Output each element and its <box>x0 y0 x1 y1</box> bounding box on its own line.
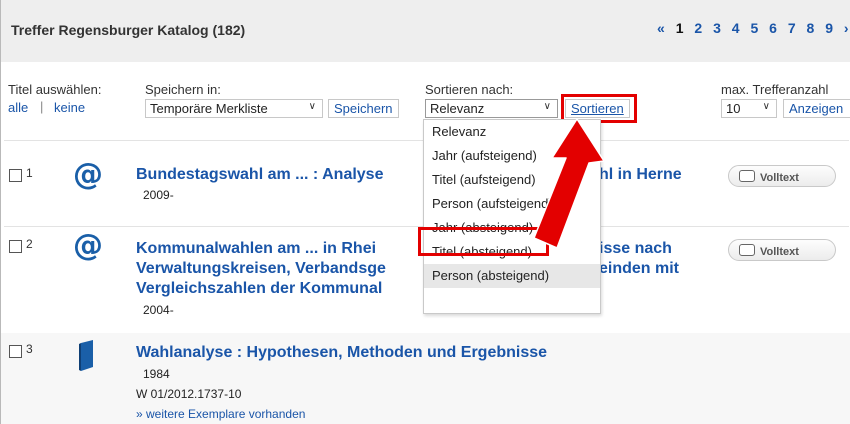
pager-first-link[interactable]: « <box>657 20 665 36</box>
save-button[interactable]: Speichern <box>328 99 399 118</box>
results-title: Treffer Regensburger Katalog (182) <box>11 22 246 38</box>
max-results-value: 10 <box>726 101 741 116</box>
result-title-link[interactable]: Bundestagswahl am ... : Analyse <box>136 165 383 185</box>
fulltext-label: Volltext <box>760 246 799 258</box>
pager-page-link[interactable]: 7 <box>788 20 796 36</box>
sort-option[interactable]: Titel (aufsteigend) <box>424 168 600 192</box>
show-button[interactable]: Anzeigen <box>783 99 850 118</box>
sort-select-value: Relevanz <box>430 101 485 116</box>
fulltext-label: Volltext <box>760 172 799 184</box>
result-year: 2004- <box>143 303 174 317</box>
pager-page-link[interactable]: 6 <box>769 20 777 36</box>
pager-current-page: 1 <box>675 20 684 36</box>
save-target-select[interactable]: Temporäre Merkliste ∨ <box>145 99 323 118</box>
pager-page-link[interactable]: 2 <box>694 20 702 36</box>
book-icon <box>78 340 96 371</box>
result-checkbox[interactable] <box>9 169 22 182</box>
more-copies-link[interactable]: » weitere Exemplare vorhanden <box>136 407 305 421</box>
online-resource-icon: @ <box>73 228 103 263</box>
pager-page-link[interactable]: 3 <box>713 20 721 36</box>
result-year: 2009- <box>143 188 174 202</box>
result-title-link-continued[interactable]: hl in Herne <box>599 165 682 185</box>
online-resource-icon: @ <box>73 157 103 192</box>
sort-by-label: Sortieren nach: <box>425 82 514 97</box>
max-results-label: max. Trefferanzahl <box>721 82 829 97</box>
pager-next-link[interactable]: › <box>844 20 849 36</box>
result-title-link[interactable]: Vergleichszahlen der Kommunal <box>136 279 382 299</box>
pagination: « 1 2 3 4 5 6 7 8 9 › <box>657 20 850 36</box>
result-title-link[interactable]: Verwaltungskreisen, Verbandsge <box>136 259 386 279</box>
select-all-link[interactable]: alle <box>8 100 28 115</box>
chevron-down-icon: ∨ <box>762 101 770 112</box>
book-icon <box>739 244 755 256</box>
link-divider: | <box>40 99 44 114</box>
sort-option[interactable]: Jahr (aufsteigend) <box>424 144 600 168</box>
pager-page-link[interactable]: 9 <box>825 20 833 36</box>
select-titles-label: Titel auswählen: <box>8 82 102 97</box>
sort-option-hovered[interactable]: Person (absteigend) <box>424 264 600 288</box>
result-signature: W 01/2012.1737-10 <box>136 387 242 401</box>
chevron-down-icon: ∨ <box>543 101 551 112</box>
result-title-link[interactable]: Kommunalwahlen am ... in Rhei <box>136 239 376 259</box>
fulltext-button[interactable]: Volltext <box>728 165 836 187</box>
result-number: 2 <box>26 237 33 251</box>
chevron-down-icon: ∨ <box>308 101 316 112</box>
option-highlight <box>418 227 549 256</box>
pager-page-link[interactable]: 8 <box>807 20 815 36</box>
result-number: 1 <box>26 166 33 180</box>
sort-dropdown-menu: Relevanz Jahr (aufsteigend) Titel (aufst… <box>423 119 601 314</box>
save-target-value: Temporäre Merkliste <box>150 101 268 116</box>
select-none-link[interactable]: keine <box>54 100 85 115</box>
book-icon <box>739 170 755 182</box>
result-year: 1984 <box>143 367 170 381</box>
result-title-link-continued[interactable]: einden mit <box>599 259 679 279</box>
sort-option[interactable]: Person (aufsteigend) <box>424 192 600 216</box>
result-number: 3 <box>26 342 33 356</box>
result-title-link-continued[interactable]: isse nach <box>599 239 672 259</box>
result-title-link[interactable]: Wahlanalyse : Hypothesen, Methoden und E… <box>136 343 547 363</box>
save-in-label: Speichern in: <box>145 82 221 97</box>
pager-page-link[interactable]: 4 <box>732 20 740 36</box>
fulltext-button[interactable]: Volltext <box>728 239 836 261</box>
sort-select[interactable]: Relevanz ∨ <box>425 99 558 118</box>
pager-page-link[interactable]: 5 <box>750 20 758 36</box>
max-results-select[interactable]: 10 ∨ <box>721 99 777 118</box>
results-header: Treffer Regensburger Katalog (182) « 1 2… <box>1 0 850 62</box>
result-checkbox[interactable] <box>9 345 22 358</box>
sort-option[interactable]: Relevanz <box>424 120 600 144</box>
result-checkbox[interactable] <box>9 240 22 253</box>
